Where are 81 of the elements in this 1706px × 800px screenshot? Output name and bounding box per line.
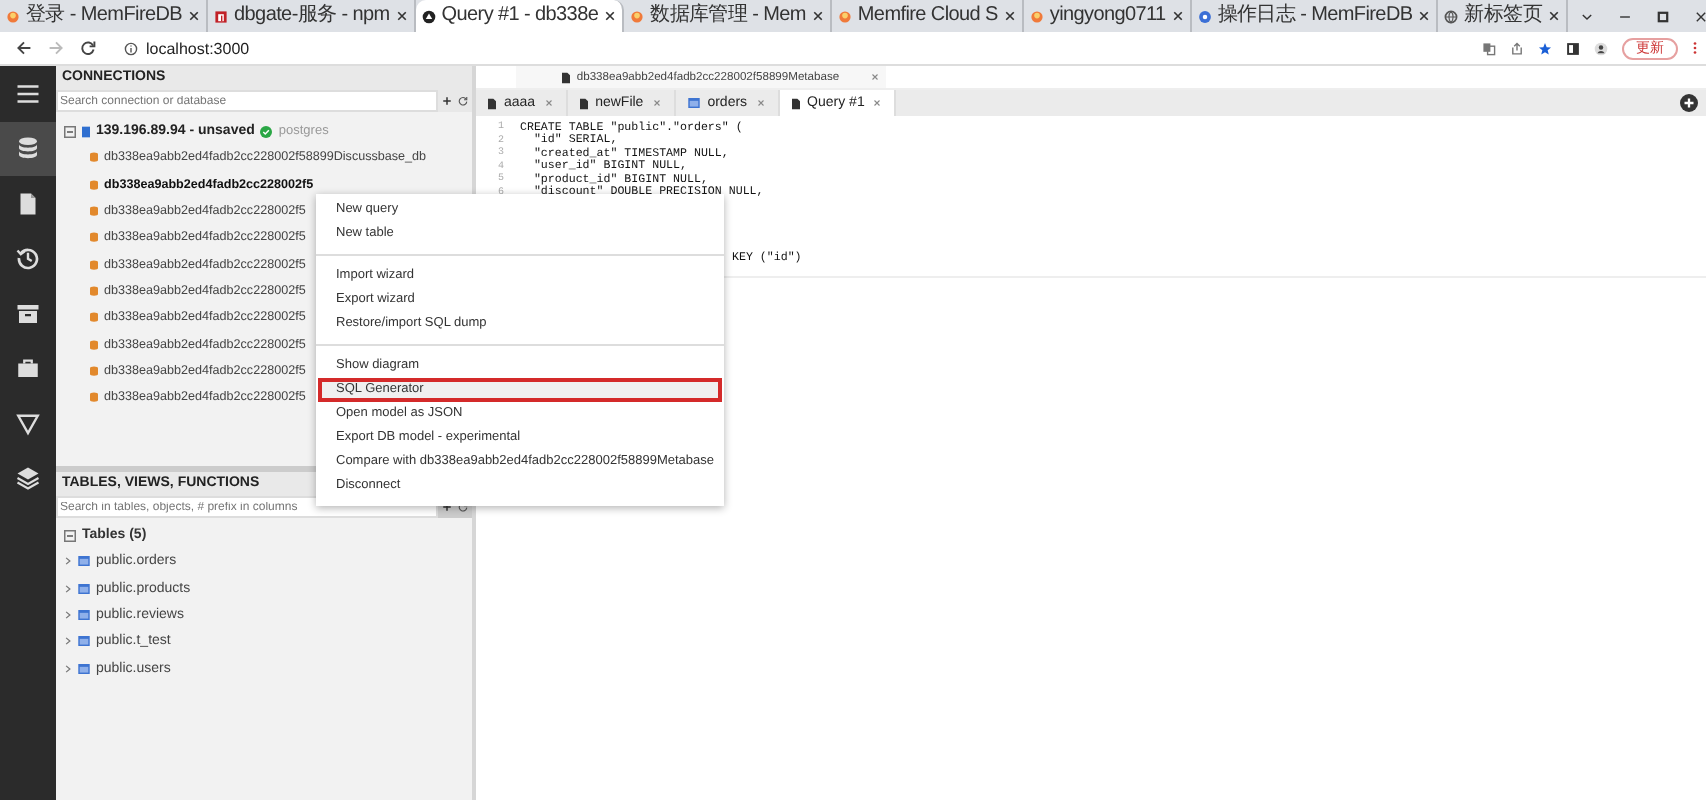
close-icon[interactable]	[604, 10, 617, 22]
close-icon[interactable]	[1003, 10, 1016, 22]
database-icon	[90, 392, 98, 403]
chevron-right-icon[interactable]	[64, 583, 72, 594]
share-icon[interactable]	[1510, 41, 1524, 55]
tab-title: 操作日志 - MemFireDB	[1217, 1, 1413, 30]
database-icon	[90, 259, 98, 270]
file-icon	[791, 97, 800, 109]
close-icon[interactable]	[1418, 10, 1431, 22]
database-icon	[90, 152, 98, 163]
globe-icon	[1444, 9, 1459, 23]
tab-title: Query #1 - db338e	[441, 2, 599, 30]
file-icon	[488, 97, 496, 109]
browser-tab[interactable]: Query #1 - db338e	[415, 0, 625, 32]
tab-title: 登录 - MemFireDB	[26, 2, 183, 30]
plus-icon[interactable]	[441, 96, 452, 106]
chevron-right-icon[interactable]	[64, 663, 72, 674]
circle-logo-icon	[421, 9, 436, 23]
table-icon	[78, 556, 90, 567]
database-icon	[90, 232, 98, 243]
add-tab-icon[interactable]	[1680, 94, 1698, 112]
table-icon	[78, 610, 90, 621]
flame-icon	[630, 9, 645, 23]
database-icon	[90, 339, 98, 350]
plus-icon[interactable]	[441, 502, 452, 512]
tab-title: Memfire Cloud S	[857, 2, 998, 30]
refresh-icon[interactable]	[458, 96, 469, 106]
briefcase-icon	[16, 356, 40, 381]
tab-title: 数据库管理 - Mem	[650, 1, 806, 30]
address-field[interactable]: localhost:3000	[116, 34, 258, 62]
sidebar-icon[interactable]	[1566, 41, 1580, 55]
database-icon	[90, 179, 98, 190]
tab-title: 新标签页	[1464, 1, 1543, 30]
chevron-right-icon[interactable]	[64, 610, 72, 621]
close-icon[interactable]	[811, 10, 824, 22]
filter-icon	[16, 411, 40, 436]
file-icon	[579, 97, 588, 109]
file-icon	[562, 71, 571, 83]
close-icon[interactable]	[1548, 10, 1561, 22]
chevron-right-icon[interactable]	[64, 556, 72, 567]
flame-icon	[837, 9, 852, 23]
more-icon[interactable]	[1692, 40, 1698, 56]
archive-icon	[16, 301, 40, 326]
translate-icon[interactable]	[1482, 41, 1496, 55]
url-text: localhost:3000	[146, 39, 250, 57]
database-icon	[16, 136, 40, 161]
flame-icon	[6, 9, 20, 23]
database-icon	[90, 312, 98, 323]
close-icon[interactable]	[188, 10, 201, 22]
database-icon	[90, 206, 98, 217]
chevron-down-icon[interactable]	[1580, 9, 1595, 23]
profile-icon[interactable]	[1594, 41, 1608, 55]
letter-n-icon	[214, 9, 229, 23]
star-icon[interactable]	[1538, 41, 1552, 55]
chevron-right-icon[interactable]	[64, 636, 72, 647]
layers-icon	[16, 466, 40, 491]
table-icon	[78, 636, 90, 647]
gear-icon	[1197, 9, 1212, 23]
close-icon[interactable]	[1694, 9, 1706, 23]
tab-title: dbgate-服务 - npm	[234, 2, 390, 30]
info-icon	[124, 41, 138, 55]
tab-title: yingyong0711	[1049, 2, 1166, 30]
file-icon	[16, 191, 40, 216]
collapse-icon[interactable]	[64, 529, 76, 542]
restore-icon[interactable]	[1656, 9, 1671, 23]
table-icon	[78, 583, 90, 594]
menu-icon	[16, 81, 40, 106]
database-icon	[90, 285, 98, 296]
table-icon	[687, 98, 700, 108]
sidebar-button[interactable]	[0, 121, 56, 176]
database-icon	[90, 365, 98, 376]
server-icon	[82, 125, 90, 138]
collapse-icon[interactable]	[64, 125, 76, 138]
flame-icon	[1029, 9, 1044, 23]
close-icon[interactable]	[395, 10, 408, 22]
back-arrow-icon[interactable]	[16, 40, 32, 56]
table-icon	[78, 663, 90, 674]
reload-icon[interactable]	[80, 40, 96, 56]
close-icon[interactable]	[1171, 10, 1184, 22]
check-circle-icon	[260, 125, 273, 138]
history-icon	[16, 246, 40, 271]
